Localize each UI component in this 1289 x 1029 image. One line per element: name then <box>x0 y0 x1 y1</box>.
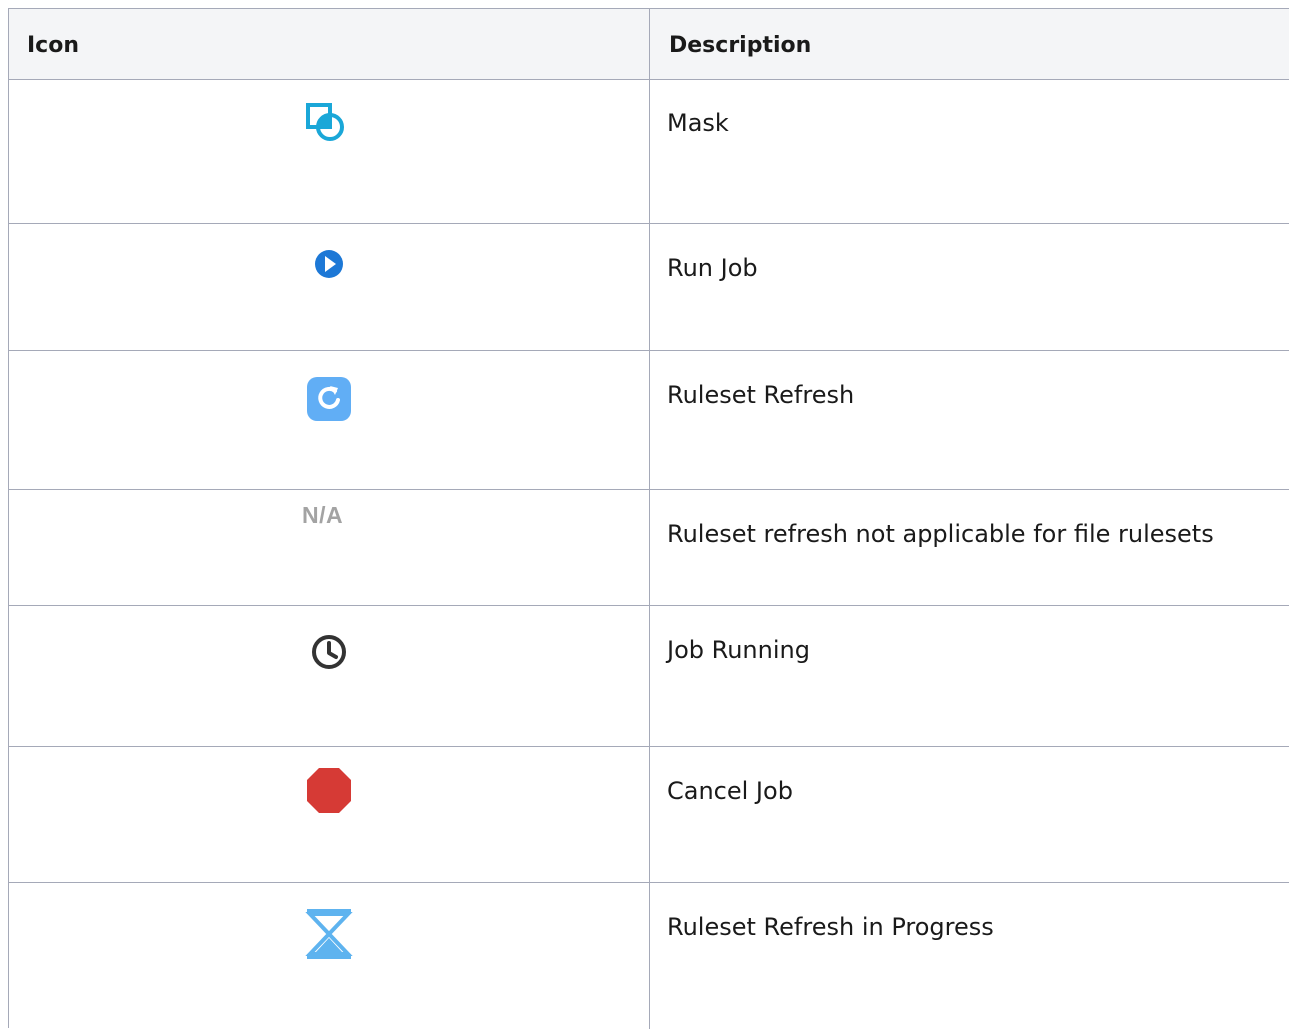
icon-cell <box>9 747 650 882</box>
icon-description-table: Icon Description Mask Run Job Ruleset Re… <box>8 8 1289 1029</box>
icon-cell <box>9 883 650 1029</box>
icon-cell <box>9 606 650 746</box>
table-row: Mask <box>9 80 1289 224</box>
description-cell: Ruleset Refresh <box>650 351 1289 489</box>
mask-icon <box>305 102 357 154</box>
table-header-row: Icon Description <box>9 9 1289 80</box>
table-row: Run Job <box>9 224 1289 351</box>
description-cell: Job Running <box>650 606 1289 746</box>
description-text: Mask <box>667 109 729 137</box>
description-cell: Cancel Job <box>650 747 1289 882</box>
column-header-description: Description <box>669 33 812 58</box>
cancel-job-icon <box>305 767 357 819</box>
description-text: Ruleset Refresh in Progress <box>667 913 994 941</box>
description-cell: Ruleset Refresh in Progress <box>650 883 1289 1029</box>
icon-cell: N/A <box>9 490 650 605</box>
icon-cell <box>9 80 650 223</box>
description-text: Ruleset refresh not applicable for file … <box>667 520 1214 548</box>
description-text: Run Job <box>667 254 758 282</box>
description-text: Ruleset Refresh <box>667 381 855 409</box>
header-cell-icon: Icon <box>9 9 650 79</box>
column-header-icon: Icon <box>27 33 80 58</box>
ruleset-refresh-icon <box>305 375 357 427</box>
table-row: Job Running <box>9 606 1289 747</box>
clock-icon <box>305 628 357 680</box>
description-text: Cancel Job <box>667 777 793 805</box>
header-cell-description: Description <box>650 9 1289 79</box>
table-row: Ruleset Refresh in Progress <box>9 883 1289 1029</box>
icon-cell <box>9 224 650 350</box>
description-cell: Mask <box>650 80 1289 223</box>
table-row: Ruleset Refresh <box>9 351 1289 490</box>
icon-cell <box>9 351 650 489</box>
description-cell: Ruleset refresh not applicable for file … <box>650 490 1289 605</box>
not-applicable-icon: N/A <box>302 502 344 528</box>
table-row: N/A Ruleset refresh not applicable for f… <box>9 490 1289 606</box>
table-row: Cancel Job <box>9 747 1289 883</box>
run-job-icon <box>305 246 357 298</box>
hourglass-icon <box>305 907 357 959</box>
description-text: Job Running <box>667 636 810 664</box>
description-cell: Run Job <box>650 224 1289 350</box>
